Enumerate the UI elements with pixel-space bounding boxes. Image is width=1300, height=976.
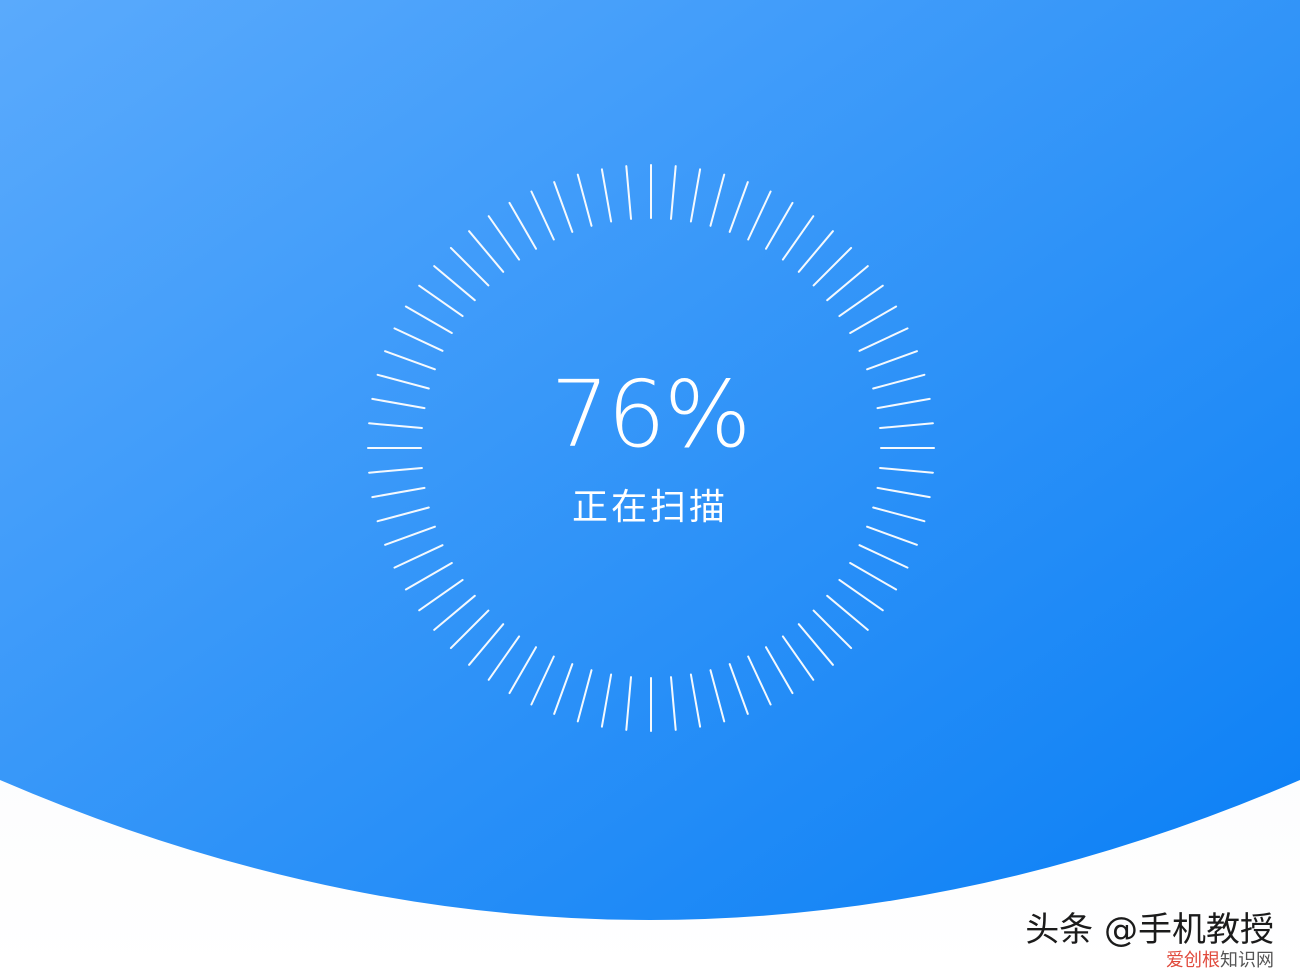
scan-status-label: 正在扫描 bbox=[571, 487, 728, 528]
sub-watermark-part-b: 知识网 bbox=[1220, 950, 1274, 971]
sub-watermark: 爱创根知识网 bbox=[1166, 950, 1274, 972]
scan-screen: 76% 正在扫描 头条 @手机教授 爱创根知识网 bbox=[0, 0, 1300, 976]
watermark-text: 头条 @手机教授 bbox=[1025, 910, 1274, 950]
scan-percentage: 76% bbox=[550, 361, 751, 468]
sub-watermark-part-a: 爱创根 bbox=[1166, 950, 1220, 971]
